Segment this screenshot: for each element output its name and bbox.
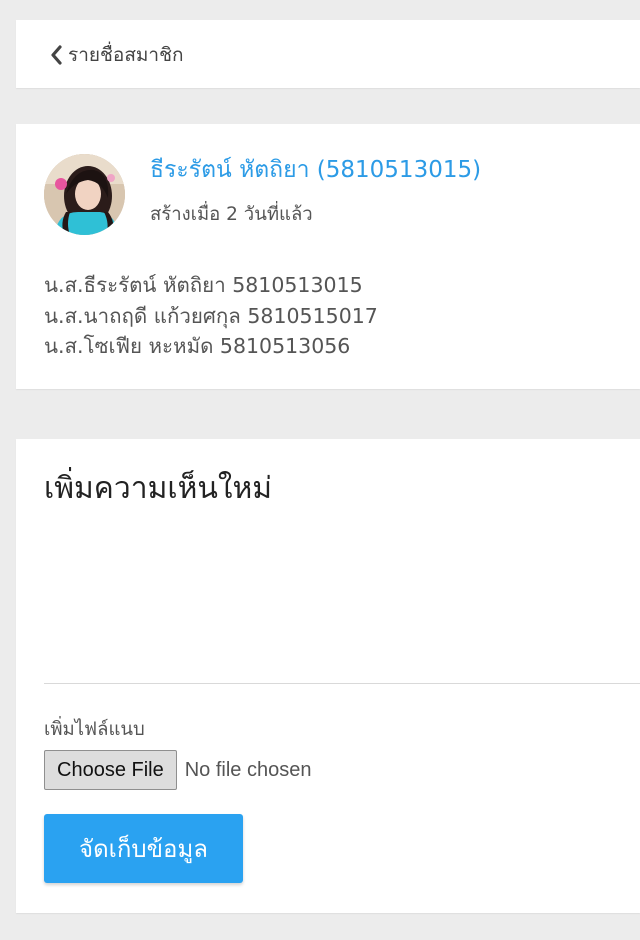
- created-time: สร้างเมื่อ 2 วันที่แล้ว: [150, 204, 313, 225]
- choose-file-button[interactable]: Choose File: [44, 750, 177, 790]
- attach-file-label: เพิ่มไฟล์แนบ: [44, 719, 145, 740]
- avatar[interactable]: [44, 154, 125, 235]
- member-item: น.ส.ธีระรัตน์ หัตถิยา 5810513015: [44, 273, 363, 297]
- post-card: ธีระรัตน์ หัตถิยา (5810513015) สร้างเมื่…: [16, 124, 640, 389]
- member-item: น.ส.โซเฟีย หะหมัด 5810513056: [44, 334, 351, 358]
- breadcrumb-card: รายชื่อสมาชิก: [16, 20, 640, 88]
- back-link-label: รายชื่อสมาชิก: [68, 44, 184, 66]
- new-comment-card: เพิ่มความเห็นใหม่ เพิ่มไฟล์แนบ Choose Fi…: [16, 439, 640, 913]
- back-to-member-list-link[interactable]: รายชื่อสมาชิก: [50, 40, 184, 70]
- page: รายชื่อสมาชิก ธีระรัตน์ หัตถิยา (5810513…: [0, 0, 640, 940]
- member-list: น.ส.ธีระรัตน์ หัตถิยา 5810513015 น.ส.นาถ…: [44, 270, 378, 362]
- save-button[interactable]: จัดเก็บข้อมูล: [44, 814, 243, 883]
- comment-textarea[interactable]: [44, 513, 640, 684]
- chevron-left-icon: [50, 45, 62, 65]
- file-input: Choose File No file chosen: [44, 750, 311, 790]
- new-comment-title: เพิ่มความเห็นใหม่: [44, 471, 273, 506]
- author-name-link[interactable]: ธีระรัตน์ หัตถิยา (5810513015): [150, 152, 481, 188]
- member-item: น.ส.นาถฤดี แก้วยศกุล 5810515017: [44, 303, 378, 328]
- file-status-text: No file chosen: [184, 758, 312, 781]
